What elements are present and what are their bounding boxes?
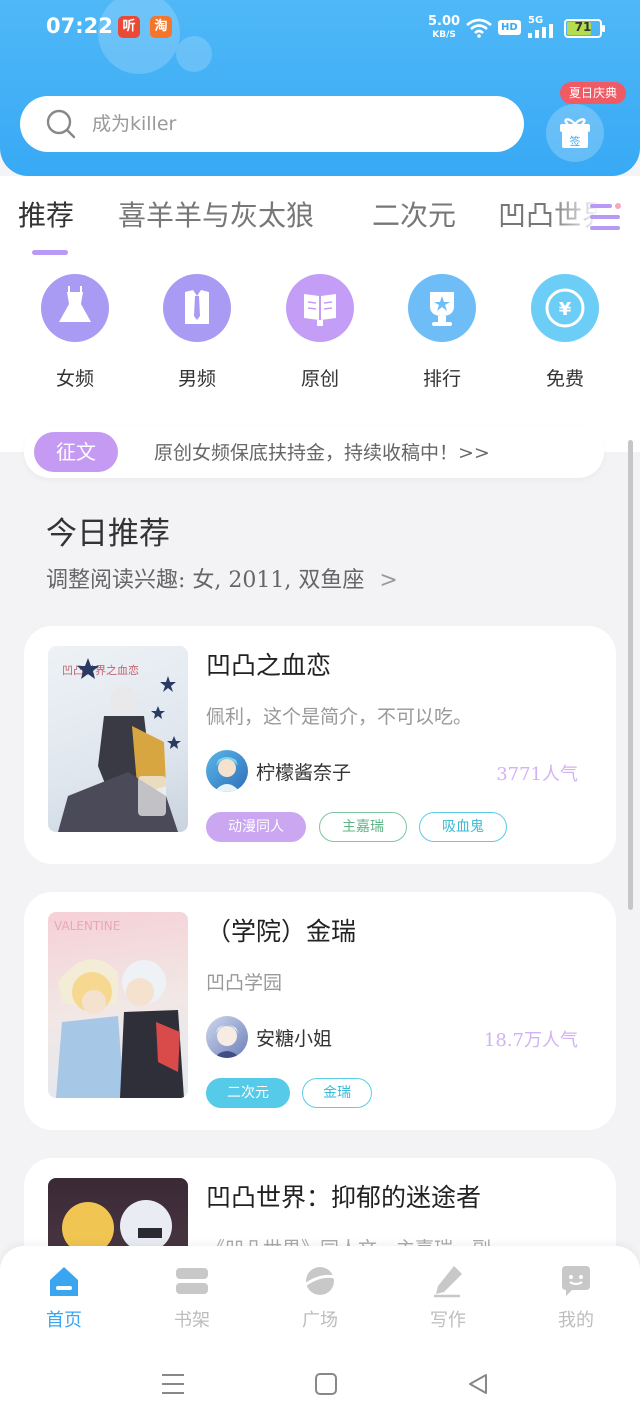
chat-face-icon <box>562 1266 590 1296</box>
tab-recommend[interactable]: 推荐 <box>18 194 74 234</box>
notice-tag: 征文 <box>34 432 118 472</box>
app-badge-taobao: 淘 <box>150 16 172 38</box>
recent-apps-icon[interactable] <box>160 1372 186 1396</box>
net-speed-value: 5.00 <box>428 14 461 29</box>
category-grid: 女频 男频 原创 排行 ¥ 免费 <box>0 262 640 452</box>
cover-title: 凹凸世界之血恋 <box>62 663 139 677</box>
trophy-icon <box>408 274 476 342</box>
shirt-icon <box>163 274 231 342</box>
popularity: 18.7万人气 <box>483 1030 578 1051</box>
author-name: 柠檬酱奈子 <box>256 762 352 784</box>
status-time: 07:22 <box>46 14 113 38</box>
category-tabs: 推荐 喜羊羊与灰太狼 二次元 凹凸世界 <box>0 176 640 262</box>
sign-in-button[interactable]: 签 <box>546 104 604 162</box>
chevron-right-icon: > <box>379 568 398 593</box>
nav-home[interactable]: 首页 <box>24 1264 104 1332</box>
tag-chip[interactable]: 二次元 <box>206 1078 290 1108</box>
book-cover: 凹凸世界之血恋 <box>48 646 188 832</box>
signal-icon <box>528 24 553 38</box>
book-title: 凹凸世界：抑郁的迷途者 <box>206 1183 482 1212</box>
search-input[interactable] <box>92 106 502 142</box>
category-free[interactable]: ¥ 免费 <box>515 274 615 391</box>
header: 07:22 听 淘 5.00 KB/S HD 5G 71 成为killer 签 <box>0 0 640 176</box>
search-icon[interactable] <box>46 109 76 139</box>
scrollbar[interactable] <box>628 440 633 910</box>
wifi-icon <box>466 18 492 38</box>
sign-in-ribbon: 夏日庆典 <box>560 82 626 104</box>
svg-text:¥: ¥ <box>559 299 572 320</box>
bookshelf-icon <box>176 1268 208 1294</box>
avatar <box>206 750 248 792</box>
book-icon <box>286 274 354 342</box>
back-triangle-icon[interactable] <box>466 1372 490 1396</box>
avatar <box>206 1016 248 1058</box>
book-card[interactable]: VALENTINE （学院）金瑞 凹凸学园 安糖小姐 18.7万人气 二次元 金… <box>24 892 616 1130</box>
nav-label: 写作 <box>430 1310 466 1331</box>
section-title: 今日推荐 <box>46 516 170 552</box>
book-title: （学院）金瑞 <box>206 917 357 946</box>
contest-notice[interactable]: 征文 原创女频保底扶持金，持续收稿中！>> <box>24 426 604 478</box>
battery-level: 71 <box>574 20 592 34</box>
author-name: 安糖小姐 <box>256 1028 333 1050</box>
tag-chip[interactable]: 吸血鬼 <box>419 812 507 842</box>
category-label: 男频 <box>177 368 216 390</box>
category-female[interactable]: 女频 <box>25 274 125 391</box>
book-description: 佩利，这个是简介，不可以吃。 <box>206 706 473 728</box>
popularity: 3771人气 <box>496 764 578 785</box>
category-original[interactable]: 原创 <box>270 274 370 391</box>
search-bar[interactable] <box>20 96 524 152</box>
tag-chip[interactable]: 动漫同人 <box>206 812 306 842</box>
category-label: 女频 <box>55 368 94 390</box>
gift-icon: 签 <box>560 118 590 148</box>
book-description: 凹凸学园 <box>206 972 283 994</box>
nav-label: 广场 <box>302 1310 338 1331</box>
planet-icon <box>304 1267 336 1295</box>
app-badge-ting: 听 <box>118 16 140 38</box>
battery-icon: 71 <box>564 19 605 38</box>
nav-label: 首页 <box>46 1310 82 1331</box>
category-label: 免费 <box>545 368 584 390</box>
tag-chip[interactable]: 主嘉瑞 <box>319 812 407 842</box>
tab-active-indicator <box>32 250 68 255</box>
book-card[interactable]: 凹凸世界之血恋 凹凸之血恋 佩利，这个是简介，不可以吃。 柠檬酱奈子 3771人… <box>24 626 616 864</box>
nav-label: 我的 <box>558 1310 594 1331</box>
interest-settings-label: 调整阅读兴趣: 女, 2011, 双鱼座 <box>46 568 365 593</box>
status-bar: 07:22 听 淘 5.00 KB/S HD 5G 71 <box>0 0 640 56</box>
dress-icon <box>41 274 109 342</box>
sign-in-label: 签 <box>570 134 581 148</box>
cover-title: VALENTINE <box>54 919 120 933</box>
yuan-coin-icon: ¥ <box>531 274 599 342</box>
menu-icon[interactable] <box>588 202 622 232</box>
notice-text: 原创女频保底扶持金，持续收稿中！>> <box>154 442 490 464</box>
category-male[interactable]: 男频 <box>147 274 247 391</box>
category-label: 原创 <box>300 368 339 390</box>
pen-icon <box>434 1266 462 1298</box>
nav-bookshelf[interactable]: 书架 <box>152 1264 232 1332</box>
home-icon <box>50 1267 78 1296</box>
net-speed: 5.00 KB/S <box>428 14 461 41</box>
tag-chip[interactable]: 金瑞 <box>302 1078 372 1108</box>
home-square-icon[interactable] <box>314 1372 338 1396</box>
nav-mine[interactable]: 我的 <box>536 1264 616 1332</box>
tab-anime[interactable]: 二次元 <box>372 194 456 234</box>
bottom-navigation: 首页 书架 广场 写作 我的 <box>0 1246 640 1346</box>
book-title: 凹凸之血恋 <box>206 651 332 680</box>
book-cover: VALENTINE <box>48 912 188 1098</box>
nav-write[interactable]: 写作 <box>408 1264 488 1332</box>
nav-square[interactable]: 广场 <box>280 1264 360 1332</box>
tab-pleasant-goat[interactable]: 喜羊羊与灰太狼 <box>118 194 314 234</box>
category-label: 排行 <box>422 368 461 390</box>
system-navigation-bar <box>0 1346 640 1422</box>
net-speed-unit: KB/S <box>432 30 456 40</box>
interest-settings-link[interactable]: 调整阅读兴趣: 女, 2011, 双鱼座 > <box>46 562 398 594</box>
hd-badge: HD <box>498 20 521 35</box>
nav-label: 书架 <box>174 1310 210 1331</box>
category-ranking[interactable]: 排行 <box>392 274 492 391</box>
